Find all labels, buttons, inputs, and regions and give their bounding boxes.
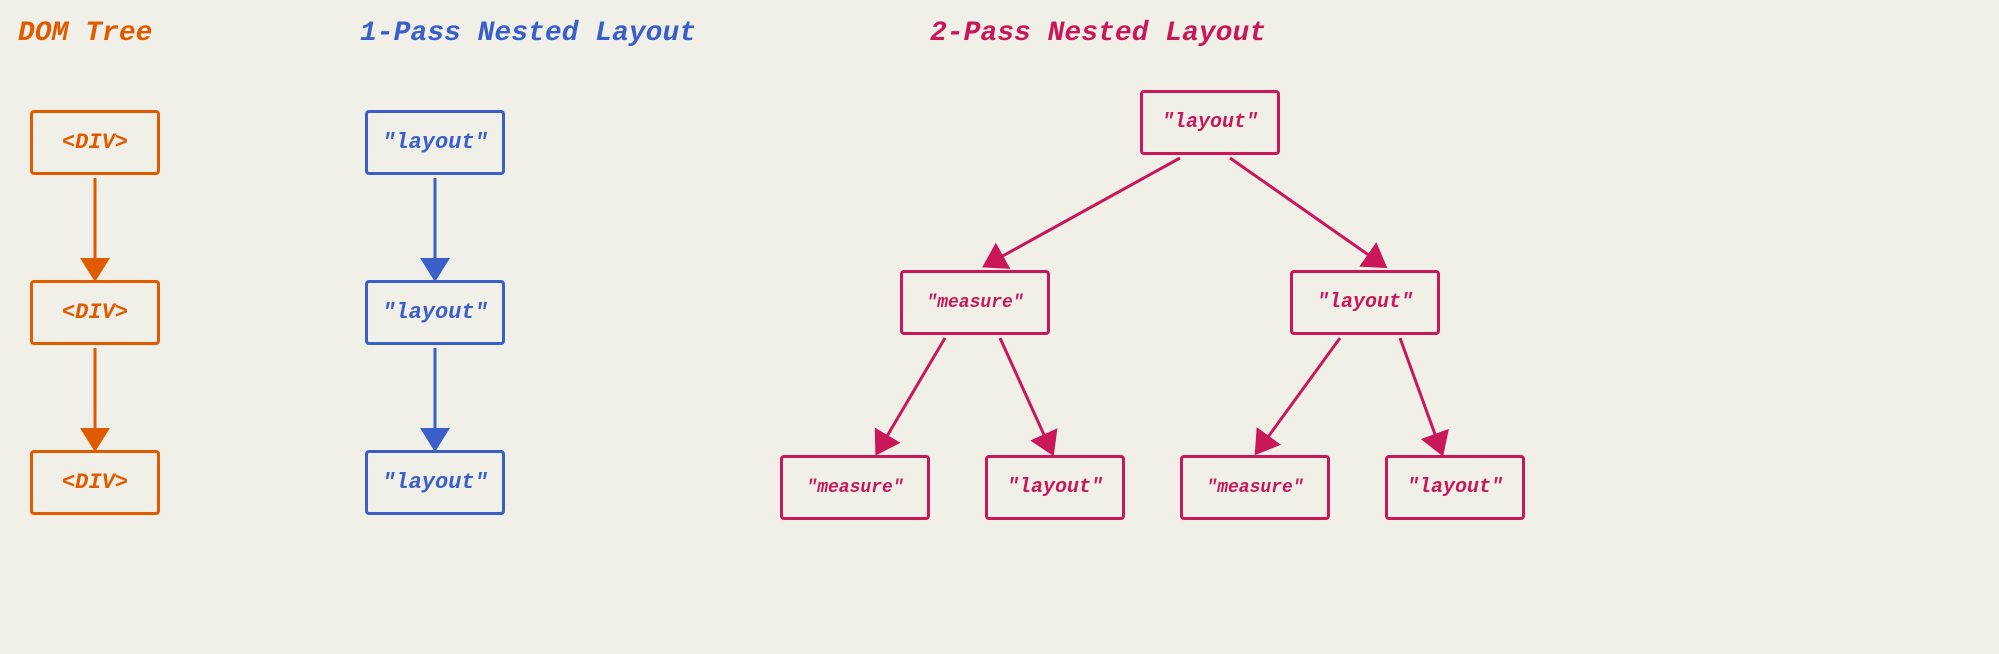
dom-node-3: <DIV> (30, 450, 160, 515)
twopass-root: "layout" (1140, 90, 1280, 155)
onepass-node-3: "layout" (365, 450, 505, 515)
dom-tree-title: DOM Tree (18, 18, 152, 49)
twopass-layout-3: "layout" (1385, 455, 1525, 520)
twopass-title: 2-Pass Nested Layout (930, 18, 1266, 49)
onepass-node-1: "layout" (365, 110, 505, 175)
onepass-node-2: "layout" (365, 280, 505, 345)
onepass-title: 1-Pass Nested Layout (360, 18, 696, 49)
twopass-measure-3: "measure" (1180, 455, 1330, 520)
twopass-layout-1: "layout" (1290, 270, 1440, 335)
twopass-measure-2: "measure" (780, 455, 930, 520)
dom-node-1: <DIV> (30, 110, 160, 175)
dom-node-2: <DIV> (30, 280, 160, 345)
twopass-layout-2: "layout" (985, 455, 1125, 520)
twopass-measure-1: "measure" (900, 270, 1050, 335)
